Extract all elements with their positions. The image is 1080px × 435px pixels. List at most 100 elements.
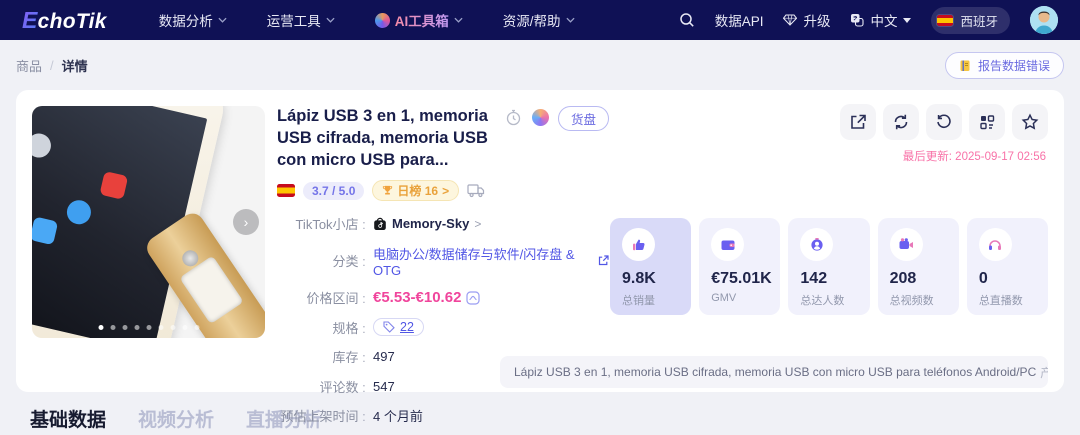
field-label: 评论数: [277, 377, 373, 396]
navbar-right: 数据API 升级 中文 西班牙: [679, 6, 1058, 34]
top-navbar: EchoTik 数据分析 运营工具 AI工具箱 资源/帮助 数据API 升级 中…: [0, 0, 1080, 40]
field-shop: TikTok小店 Memory-Sky >: [277, 214, 609, 233]
product-title: Lápiz USB 3 en 1, memoria USB cifrada, m…: [277, 107, 488, 169]
price-trend-icon[interactable]: [466, 291, 481, 305]
last-updated-text: 最后更新: 2025-09-17 02:56: [902, 151, 1046, 163]
carousel-dot[interactable]: [194, 325, 199, 330]
menu-ai-toolbox[interactable]: AI工具箱: [374, 10, 463, 30]
rank-chevron: >: [442, 183, 450, 198]
pallet-tag[interactable]: 货盘: [557, 106, 609, 131]
stat-card-total-lives[interactable]: 0 总直播数: [966, 218, 1049, 315]
tab-basic-data[interactable]: 基础数据: [30, 405, 106, 432]
breadcrumb-detail: 详情: [61, 58, 88, 74]
stat-value: 142: [800, 270, 828, 287]
stat-card-total-sales[interactable]: 9.8K 总销量: [610, 218, 692, 315]
field-price: 价格区间 €5.53-€10.62: [277, 288, 609, 307]
field-listed-time: 预估上架时间 4 个月前: [277, 406, 609, 425]
stat-card-gmv[interactable]: €75.01K GMV: [699, 218, 781, 315]
menu-resources-help[interactable]: 资源/帮助: [503, 10, 575, 30]
field-label: 预估上架时间: [277, 406, 373, 425]
shop-link[interactable]: Memory-Sky >: [373, 216, 481, 231]
live-icon: [978, 228, 1012, 261]
carousel-dot[interactable]: [182, 325, 187, 330]
report-data-error-button[interactable]: 报告数据错误: [944, 51, 1064, 79]
shipping-truck-icon[interactable]: [467, 183, 485, 198]
spain-flag-icon: [277, 184, 295, 198]
carousel-dot[interactable]: [170, 325, 175, 330]
carousel-dot[interactable]: [134, 325, 139, 330]
data-api-link[interactable]: 数据API: [715, 10, 764, 30]
tiktok-shop-bag-icon: [373, 217, 387, 231]
carousel-next-button[interactable]: ›: [233, 209, 259, 235]
field-spec: 规格 22: [277, 318, 609, 337]
card-actions: [840, 104, 1048, 140]
carousel-dot[interactable]: [110, 325, 115, 330]
spec-count-link: 22: [400, 320, 414, 335]
shop-chevron: >: [474, 216, 482, 231]
open-external-button[interactable]: [840, 104, 876, 140]
pallet-tag-label: 货盘: [570, 113, 596, 127]
stat-label: 总视频数: [889, 295, 934, 307]
shop-name: Memory-Sky: [392, 216, 470, 232]
region-label: 西班牙: [960, 14, 998, 29]
refresh-button[interactable]: [883, 104, 919, 140]
region-selector[interactable]: 西班牙: [931, 6, 1010, 34]
field-label: TikTok小店: [277, 214, 373, 233]
price-range-value: €5.53-€10.62: [373, 289, 462, 307]
product-fields: TikTok小店 Memory-Sky > 分类 电脑办公/数据储存与软件/闪存…: [277, 214, 609, 435]
chevron-down-icon: [454, 17, 463, 23]
menu-label: 运营工具: [266, 14, 321, 29]
field-label: 库存: [277, 347, 373, 366]
stat-value: €75.01K: [711, 270, 772, 287]
tab-video-analysis[interactable]: 视频分析: [138, 405, 214, 432]
creator-icon: [800, 228, 834, 261]
report-book-icon: [959, 59, 972, 72]
listed-time-value: 4 个月前: [373, 409, 423, 425]
description-score-text: 产品在 TikTok 上总分是 5 分: [1040, 365, 1048, 380]
field-label: 价格区间: [277, 288, 373, 307]
chevron-down-icon: [326, 17, 335, 23]
stopwatch-icon[interactable]: [504, 107, 524, 127]
stat-value: 208: [889, 270, 917, 287]
related-products-button[interactable]: [969, 104, 1005, 140]
ai-toolbox-icon: [374, 12, 390, 28]
ai-analyze-icon[interactable]: [531, 107, 551, 127]
breadcrumb-bar: 商品 / 详情 报告数据错误: [0, 40, 1080, 90]
next-arrow-glyph: ›: [243, 214, 249, 230]
echotik-logo[interactable]: EchoTik: [22, 7, 107, 34]
history-button[interactable]: [926, 104, 962, 140]
favorite-star-button[interactable]: [1012, 104, 1048, 140]
carousel-dot[interactable]: [146, 325, 151, 330]
stat-label: 总达人数: [800, 295, 845, 307]
language-switch[interactable]: 中文: [850, 10, 912, 30]
menu-data-analysis[interactable]: 数据分析: [159, 10, 227, 30]
diamond-icon: [783, 14, 798, 26]
stat-label: 总直播数: [978, 295, 1023, 307]
video-icon: [889, 228, 923, 261]
upgrade-link[interactable]: 升级: [783, 10, 830, 30]
breadcrumb-products[interactable]: 商品: [16, 56, 42, 75]
spec-count-pill[interactable]: 22: [373, 318, 424, 337]
carousel-dot[interactable]: [158, 325, 163, 330]
stat-card-total-videos[interactable]: 208 总视频数: [877, 218, 959, 315]
search-icon[interactable]: [679, 12, 695, 28]
carousel-dot[interactable]: [122, 325, 127, 330]
breadcrumb: 商品 / 详情: [16, 56, 88, 75]
external-link-icon[interactable]: [598, 255, 609, 266]
daily-rank-badge[interactable]: 日榜 16 >: [372, 180, 460, 202]
stat-value: 0: [978, 270, 988, 287]
category-link[interactable]: 电脑办公/数据储存与软件/闪存盘 & OTG: [373, 244, 593, 278]
product-image-carousel[interactable]: ›: [32, 106, 265, 338]
trophy-icon: [382, 185, 393, 196]
menu-operation-tools[interactable]: 运营工具: [267, 10, 335, 30]
menu-label: 数据分析: [158, 14, 213, 29]
description-text: Lápiz USB 3 en 1, memoria USB cifrada, m…: [514, 365, 1037, 379]
thumbs-up-icon: [622, 228, 655, 261]
translate-icon: [850, 13, 865, 27]
rating-badge: 3.7 / 5.0: [303, 181, 365, 200]
user-avatar[interactable]: [1030, 6, 1058, 34]
stat-card-total-creators[interactable]: 142 总达人数: [788, 218, 870, 315]
field-category: 分类 电脑办公/数据储存与软件/闪存盘 & OTG: [277, 244, 609, 278]
carousel-dot[interactable]: [98, 325, 103, 330]
reviews-value: 547: [373, 378, 395, 394]
